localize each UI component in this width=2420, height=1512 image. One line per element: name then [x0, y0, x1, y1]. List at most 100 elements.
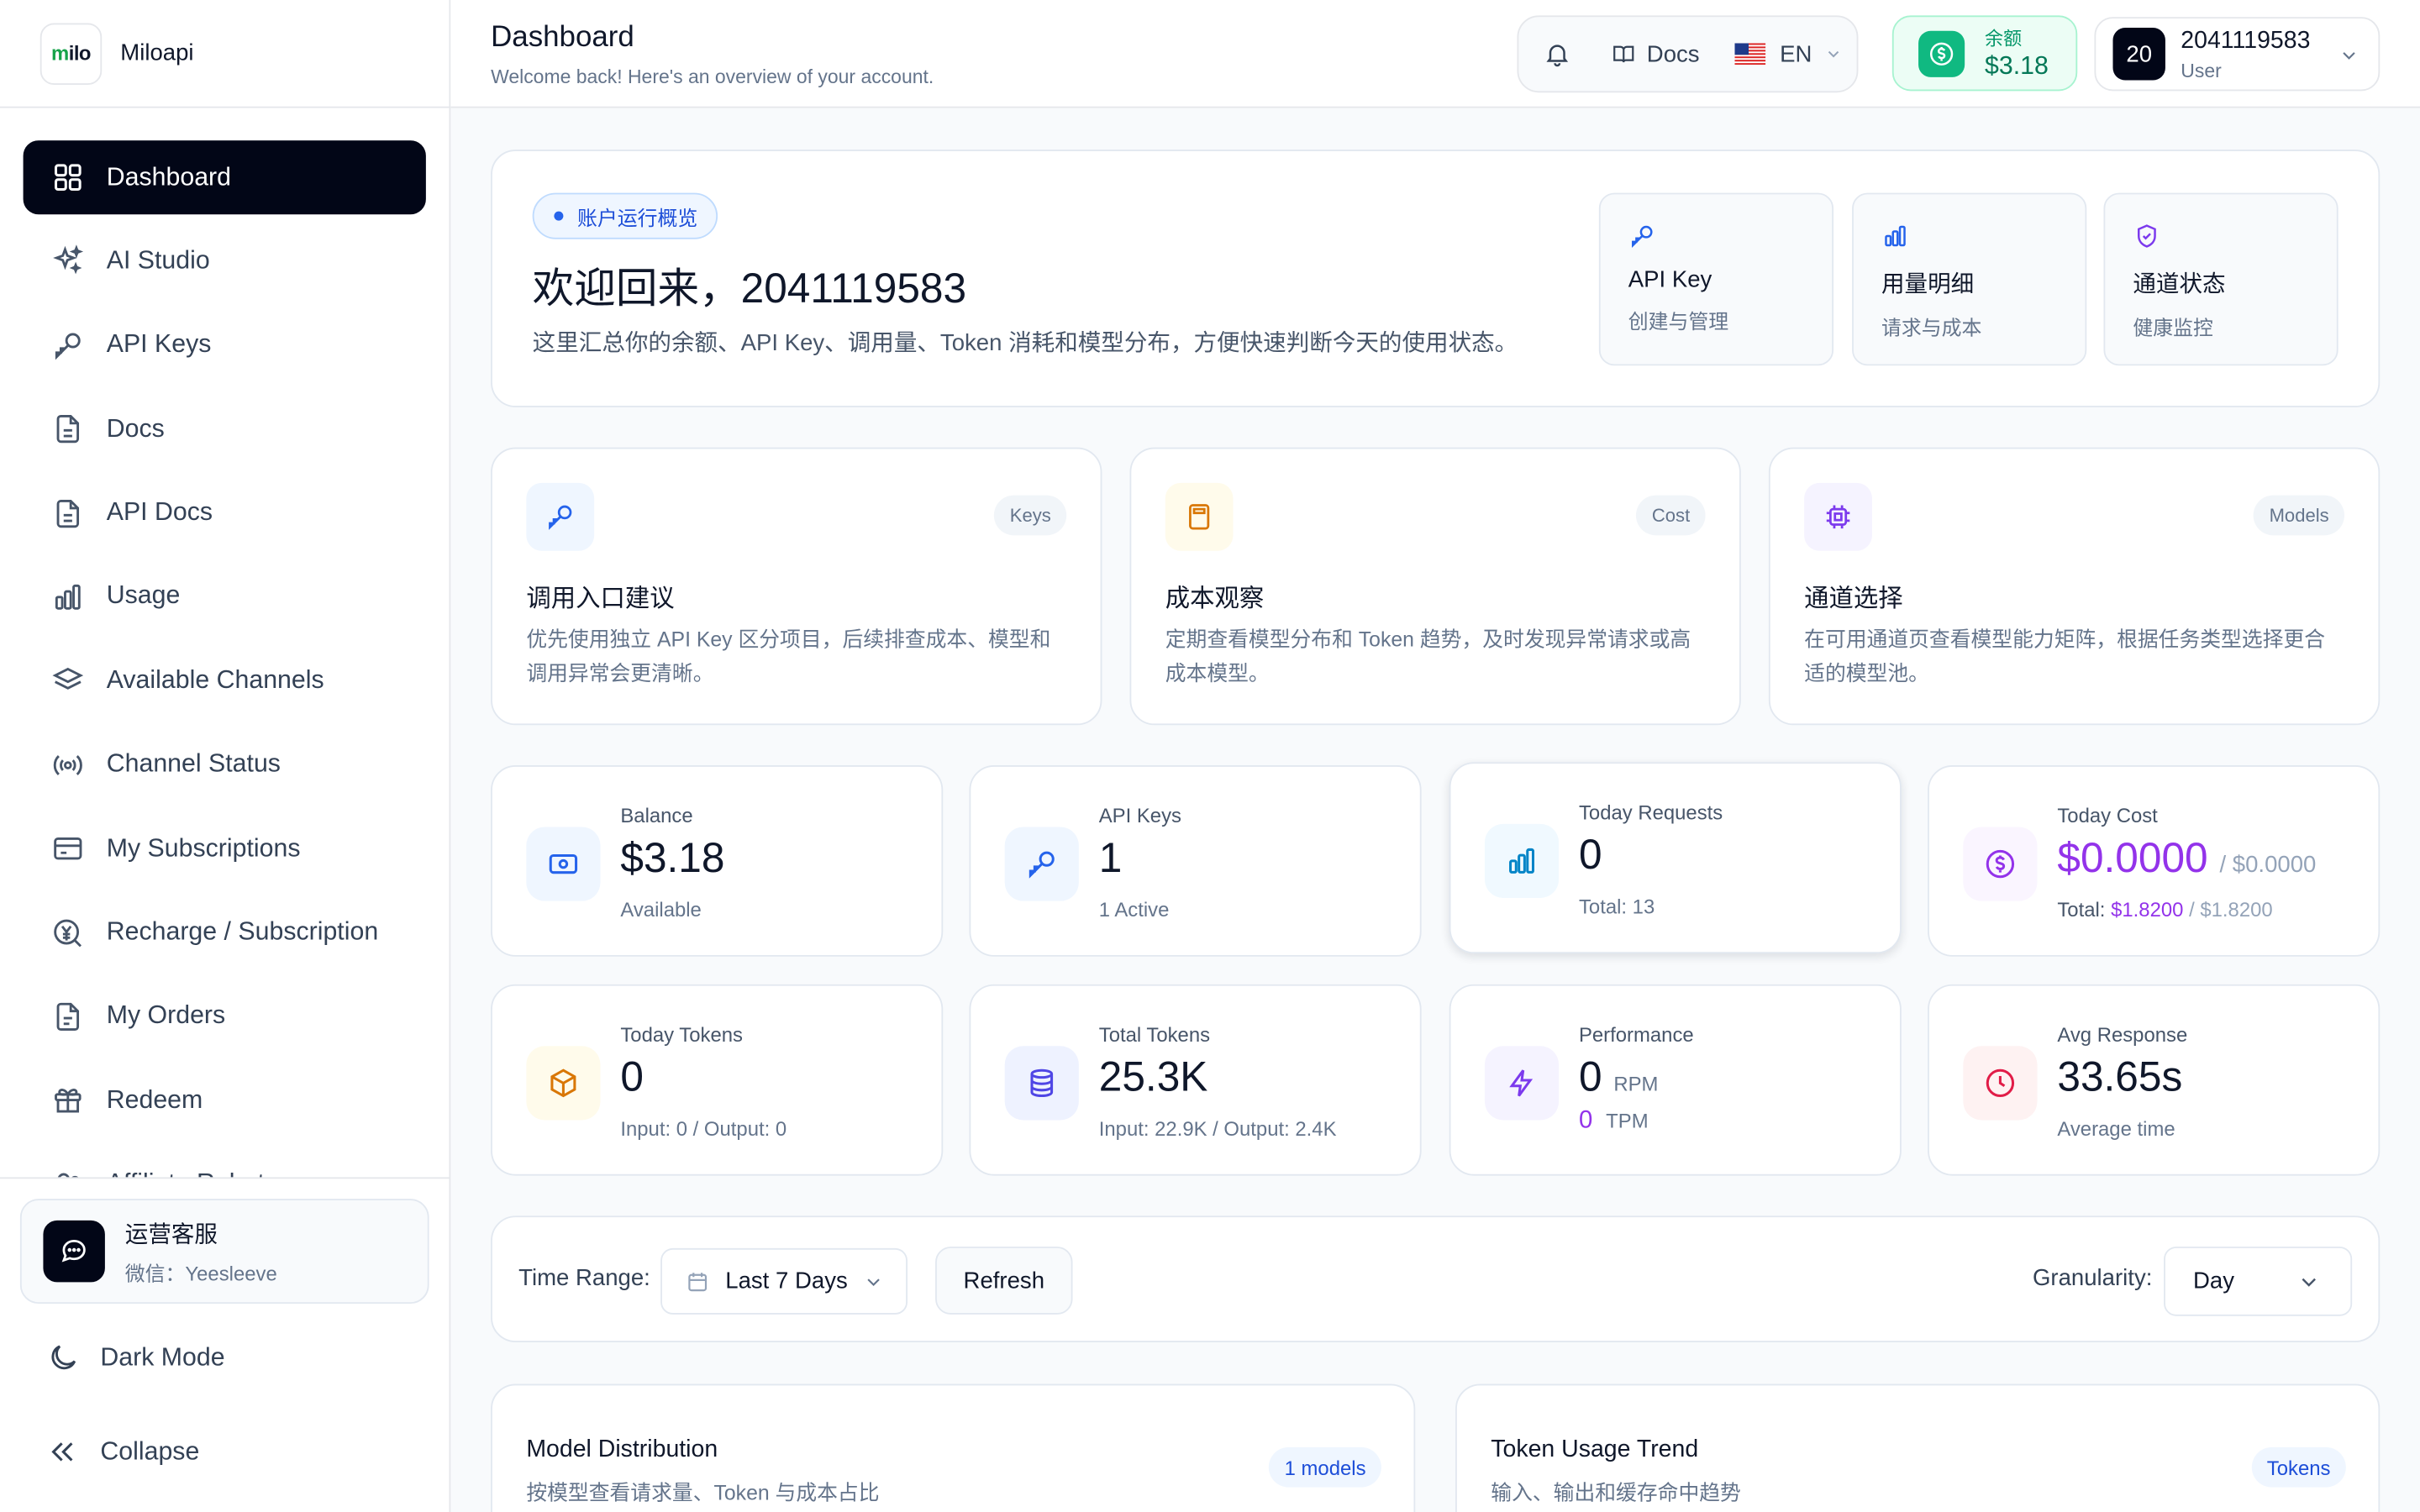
- bar-chart-icon: [1484, 823, 1560, 898]
- dark-mode-toggle[interactable]: Dark Mode: [46, 1341, 225, 1374]
- sidebar-item-label: Docs: [106, 414, 165, 443]
- quick-link-sub: 健康监控: [2133, 316, 2213, 340]
- granularity-select[interactable]: Day: [2164, 1247, 2353, 1316]
- granularity-label: Granularity:: [2032, 1265, 2153, 1292]
- stat-label: Today Requests: [1578, 801, 1723, 824]
- tip-desc: 优先使用独立 API Key 区分项目，后续排查成本、模型和调用异常会更清晰。: [526, 627, 1051, 685]
- docs-label: Docs: [1646, 40, 1700, 67]
- sidebar-item-my-orders[interactable]: My Orders: [24, 979, 426, 1053]
- sidebar-item-label: Dashboard: [106, 162, 232, 191]
- panel-title: Model Distribution: [526, 1436, 718, 1463]
- sidebar-nav: Dashboard AI Studio API Keys Docs API Do…: [23, 140, 426, 1178]
- docs-link[interactable]: Docs: [1612, 41, 1700, 67]
- user-name: 2041119583: [2181, 27, 2311, 54]
- support-subtitle: 微信：Yeesleeve: [124, 1261, 277, 1285]
- tokens-badge: Tokens: [2251, 1446, 2346, 1488]
- sparkles-icon: [51, 244, 85, 278]
- sidebar-item-channel-status[interactable]: Channel Status: [24, 727, 426, 801]
- document-icon: [51, 496, 85, 530]
- cost-total-value: $1.8200: [2111, 897, 2184, 921]
- us-flag-icon: [1734, 43, 1780, 66]
- panel-subtitle: 输入、输出和缓存命中趋势: [1491, 1481, 1741, 1504]
- sidebar-item-dashboard[interactable]: Dashboard: [23, 140, 426, 215]
- collapse-button[interactable]: Collapse: [46, 1435, 199, 1468]
- sidebar-item-available-channels[interactable]: Available Channels: [24, 644, 426, 718]
- stat-sub: 0 TPM: [1579, 1108, 1649, 1136]
- support-card[interactable]: 运营客服 微信：Yeesleeve: [19, 1199, 429, 1305]
- sidebar-item-label: API Keys: [106, 330, 212, 359]
- sidebar-item-redeem[interactable]: Redeem: [24, 1063, 426, 1137]
- stat-label: Total Tokens: [1098, 1022, 1211, 1047]
- stat-value: $0.0000 / $0.0000: [2057, 835, 2316, 883]
- brand-name: Miloapi: [120, 39, 194, 66]
- granularity-value: Day: [2193, 1268, 2235, 1295]
- panel-title: Token Usage Trend: [1491, 1436, 1699, 1463]
- models-count-badge: 1 models: [1269, 1446, 1381, 1488]
- book-icon: [1612, 42, 1647, 66]
- quick-link-sub: 请求与成本: [1881, 316, 1982, 340]
- banknote-icon: [526, 827, 601, 901]
- bar-chart-icon: [1881, 222, 2085, 249]
- language-selector[interactable]: EN: [1734, 41, 1843, 67]
- sidebar-item-label: Usage: [106, 582, 181, 611]
- cost-total-prefix: Total:: [2057, 897, 2106, 921]
- sidebar-item-recharge[interactable]: Recharge / Subscription: [24, 895, 426, 969]
- quick-link-api-key[interactable]: API Key 创建与管理: [1598, 192, 1834, 366]
- quick-link-usage[interactable]: 用量明细 请求与成本: [1852, 192, 2087, 366]
- balance-value: $3.18: [1985, 52, 2049, 81]
- stat-label: Today Cost: [2057, 803, 2158, 827]
- stat-value: 0: [1578, 832, 1602, 879]
- dollar-circle-icon: [1963, 827, 2038, 901]
- stat-value: 25.3K: [1098, 1053, 1208, 1100]
- key-icon: [51, 328, 85, 362]
- sidebar-item-ai-studio[interactable]: AI Studio: [24, 224, 426, 298]
- users-icon: [51, 1168, 85, 1178]
- sidebar-item-label: My Subscriptions: [106, 833, 301, 863]
- tpm-value: 0: [1578, 1107, 1593, 1134]
- broadcast-icon: [51, 748, 85, 781]
- overview-tag-label: 账户运行概览: [576, 206, 698, 229]
- sidebar-item-api-docs[interactable]: API Docs: [24, 476, 426, 550]
- shield-check-icon: [2133, 222, 2336, 249]
- key-icon: [526, 482, 595, 551]
- grid-icon: [51, 160, 85, 194]
- cpu-icon: [1804, 482, 1872, 551]
- panel-subtitle: 按模型查看请求量、Token 与成本占比: [526, 1481, 880, 1504]
- overview-title: 欢迎回来，2041119583: [532, 265, 967, 312]
- stat-label: Performance: [1578, 1022, 1694, 1047]
- cost-total-ref: / $1.8200: [2189, 897, 2273, 921]
- quick-link-title: API Key: [1628, 266, 1712, 293]
- bell-icon[interactable]: [1544, 40, 1571, 68]
- sidebar-item-api-keys[interactable]: API Keys: [24, 308, 426, 382]
- overview-desc: 这里汇总你的余额、API Key、调用量、Token 消耗和模型分布，方便快速判…: [532, 330, 1518, 357]
- calendar-icon: [686, 1269, 710, 1294]
- tpm-unit: TPM: [1606, 1109, 1649, 1133]
- main-content: 账户运行概览 欢迎回来，2041119583 这里汇总你的余额、API Key、…: [450, 109, 2420, 1512]
- sidebar-divider: [0, 1177, 450, 1179]
- sidebar: m ilo Miloapi Dashboard AI Studio API Key…: [0, 0, 451, 1512]
- refresh-button[interactable]: Refresh: [935, 1247, 1073, 1315]
- sidebar-item-my-subscriptions[interactable]: My Subscriptions: [24, 811, 426, 885]
- brand-logo[interactable]: m ilo: [39, 22, 103, 85]
- stat-card-api-keys: API Keys 1 1 Active: [969, 765, 1422, 957]
- sidebar-item-docs[interactable]: Docs: [24, 392, 426, 466]
- top-header: Dashboard Welcome back! Here's an overvi…: [450, 0, 2420, 108]
- avatar: 20: [2112, 28, 2165, 81]
- model-distribution-panel: Model Distribution 按模型查看请求量、Token 与成本占比 …: [491, 1383, 1416, 1512]
- stat-sub: Input: 0 / Output: 0: [620, 1116, 787, 1141]
- key-icon: [1004, 827, 1079, 901]
- quick-link-channel-status[interactable]: 通道状态 健康监控: [2103, 192, 2338, 366]
- tip-badge: Cost: [1636, 495, 1706, 536]
- chevron-down-icon: [863, 1271, 885, 1293]
- sidebar-item-label: My Orders: [106, 1001, 226, 1030]
- brand: m ilo Miloapi: [0, 0, 450, 108]
- time-range-select[interactable]: Last 7 Days: [660, 1247, 908, 1315]
- sidebar-item-affiliate[interactable]: Affiliate Rebate: [24, 1147, 426, 1178]
- sidebar-item-usage[interactable]: Usage: [24, 560, 426, 634]
- tip-title: 成本观察: [1165, 585, 1265, 613]
- balance-pill[interactable]: 余额 $3.18: [1891, 15, 2078, 92]
- stat-sub: Input: 22.9K / Output: 2.4K: [1098, 1116, 1337, 1141]
- user-menu[interactable]: 20 2041119583 User: [2094, 17, 2381, 92]
- overview-card: 账户运行概览 欢迎回来，2041119583 这里汇总你的余额、API Key、…: [491, 150, 2381, 407]
- filters-bar: Time Range: Last 7 Days Refresh Granular…: [491, 1215, 2381, 1342]
